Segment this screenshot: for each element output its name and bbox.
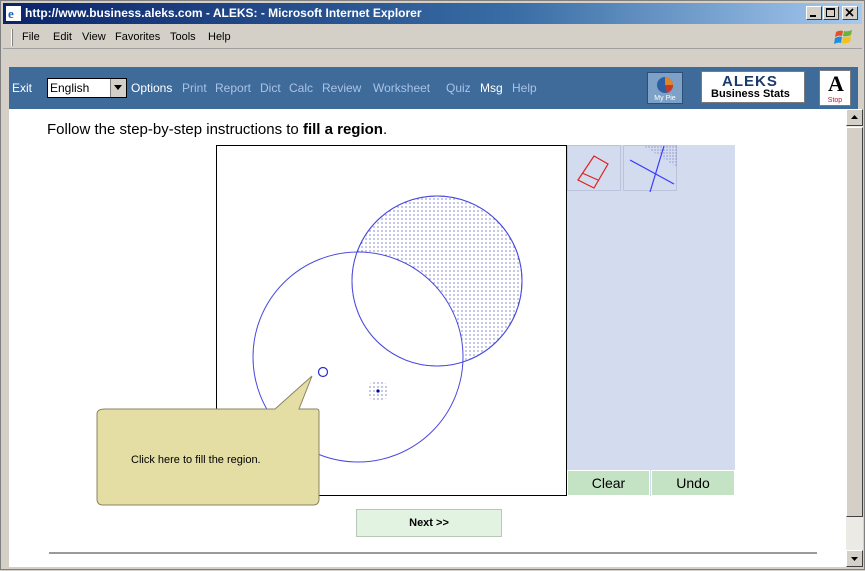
- menu-file[interactable]: File: [22, 31, 40, 43]
- window-title: http://www.business.aleks.com - ALEKS: -…: [25, 6, 422, 20]
- nav-review[interactable]: Review: [322, 81, 361, 95]
- tool-panel: Clear Undo: [567, 145, 735, 496]
- scroll-up-icon: [851, 115, 858, 119]
- content-area: Follow the step-by-step instructions to …: [9, 109, 846, 567]
- title-bar: e http://www.business.aleks.com - ALEKS:…: [3, 3, 862, 24]
- nav-report[interactable]: Report: [215, 81, 251, 95]
- instruction-suffix: .: [382, 121, 388, 138]
- nav-help[interactable]: Help: [512, 81, 537, 95]
- eraser-tool[interactable]: [567, 145, 621, 191]
- nav-msg[interactable]: Msg: [480, 81, 503, 95]
- menu-bar: File Edit View Favorites Tools Help: [3, 26, 862, 49]
- next-button[interactable]: Next >>: [356, 509, 502, 537]
- chevron-down-icon: [114, 85, 122, 90]
- divider: [49, 552, 817, 554]
- nav-quiz[interactable]: Quiz: [446, 81, 471, 95]
- menu-help[interactable]: Help: [208, 31, 231, 43]
- menu-tools[interactable]: Tools: [170, 31, 196, 43]
- stop-label: Stop: [827, 97, 843, 104]
- ie-icon: e: [6, 6, 21, 21]
- vertical-scrollbar[interactable]: [846, 109, 863, 567]
- undo-button[interactable]: Undo: [651, 470, 735, 496]
- nav-calc[interactable]: Calc: [289, 81, 313, 95]
- maximize-icon: [826, 8, 835, 17]
- menu-edit[interactable]: Edit: [53, 31, 72, 43]
- scroll-down-icon: [851, 557, 858, 561]
- callout-text: Click here to fill the region.: [131, 454, 261, 466]
- mypie-button[interactable]: My Pie: [647, 72, 683, 104]
- clear-button[interactable]: Clear: [567, 470, 650, 496]
- scroll-down-button[interactable]: [846, 550, 863, 567]
- language-select[interactable]: English: [47, 78, 127, 98]
- nav-print[interactable]: Print: [182, 81, 207, 95]
- menu-grip: [11, 29, 13, 46]
- close-icon: [845, 8, 854, 17]
- language-dropdown-button[interactable]: [110, 79, 126, 97]
- stop-button[interactable]: A Stop: [819, 70, 851, 106]
- menu-view[interactable]: View: [82, 31, 106, 43]
- close-button[interactable]: [842, 6, 858, 20]
- aleks-toolbar: Exit English Options Print Report Dict C…: [9, 67, 858, 109]
- eraser-icon: [577, 155, 609, 189]
- callout-bubble: [96, 375, 320, 506]
- exit-link[interactable]: Exit: [12, 81, 32, 95]
- menu-favorites[interactable]: Favorites: [115, 31, 160, 43]
- minimize-button[interactable]: [806, 6, 822, 20]
- browser-window: e http://www.business.aleks.com - ALEKS:…: [0, 0, 865, 570]
- nav-dict[interactable]: Dict: [260, 81, 281, 95]
- fill-cursor-center: [376, 389, 380, 393]
- fill-tool[interactable]: [623, 145, 678, 193]
- stop-letter: A: [828, 71, 844, 96]
- scroll-up-button[interactable]: [846, 109, 863, 126]
- maximize-button[interactable]: [823, 6, 839, 20]
- fill-tool-icon: [629, 145, 678, 193]
- mypie-icon: [657, 77, 674, 93]
- aleks-logo: ALEKS Business Stats: [701, 71, 805, 103]
- language-selected: English: [50, 81, 90, 95]
- mypie-label: My Pie: [654, 95, 676, 102]
- svg-text:e: e: [8, 6, 14, 21]
- windows-logo-icon: [834, 30, 852, 44]
- nav-options[interactable]: Options: [131, 81, 172, 95]
- scroll-thumb[interactable]: [846, 127, 863, 517]
- minimize-icon: [810, 15, 816, 17]
- logo-sub: Business Stats: [711, 88, 790, 100]
- nav-worksheet[interactable]: Worksheet: [373, 81, 430, 95]
